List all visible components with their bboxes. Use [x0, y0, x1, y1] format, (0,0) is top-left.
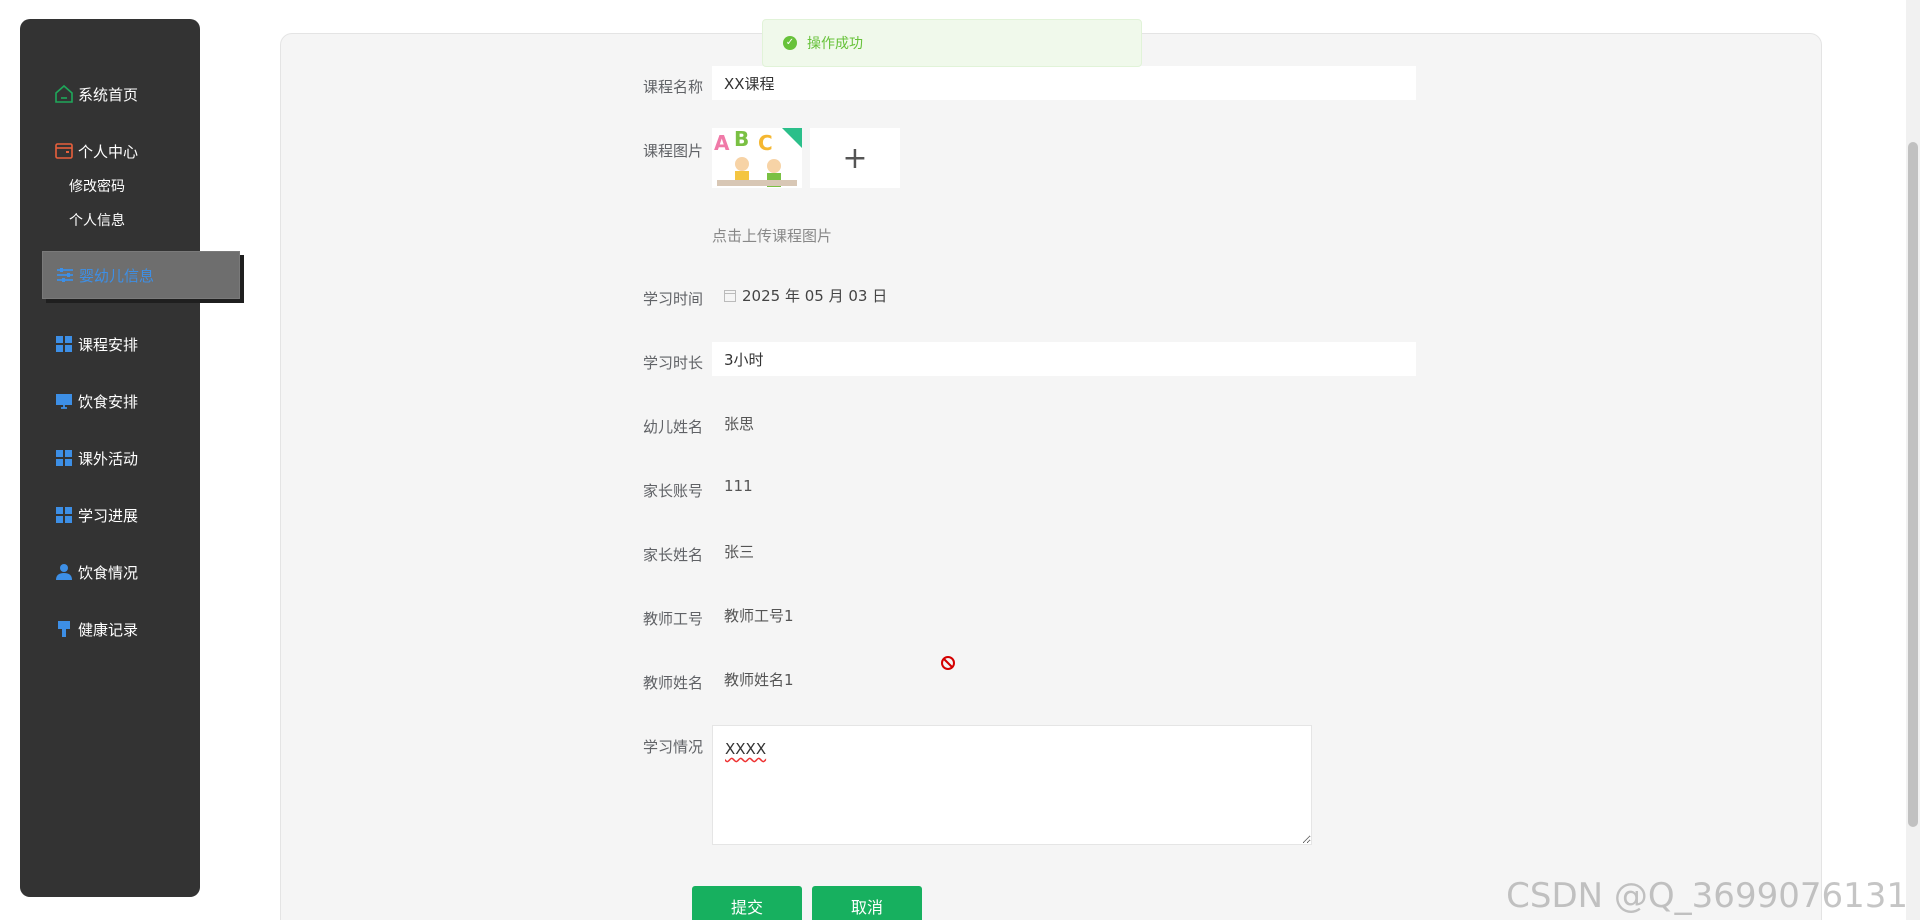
sidebar-item-profile-center[interactable]: 个人中心 [54, 139, 138, 163]
sidebar-item-extracurricular[interactable]: 课外活动 [54, 446, 138, 470]
sidebar-subitem-change-password[interactable]: 修改密码 [69, 176, 125, 196]
watermark: CSDN @Q_3699076131 [1506, 876, 1908, 916]
parent-account-value: 111 [724, 477, 753, 495]
upload-tip: 点击上传课程图片 [712, 227, 833, 245]
sidebar-item-label: 课外活动 [78, 449, 139, 468]
course-name-input[interactable] [712, 66, 1416, 100]
submit-button[interactable]: 提交 [692, 886, 802, 920]
grid-icon [54, 448, 74, 468]
sidebar-subitem-personal-info[interactable]: 个人信息 [69, 210, 125, 230]
child-name-value: 张思 [724, 415, 755, 433]
teacher-name-value: 教师姓名1 [724, 671, 794, 689]
study-status-textarea[interactable]: XXXX [712, 725, 1312, 845]
sidebar-item-course-schedule[interactable]: 课程安排 [54, 332, 138, 356]
sidebar-item-diet-schedule[interactable]: 饮食安排 [54, 389, 138, 413]
sidebar-item-label: 婴幼儿信息 [79, 266, 155, 285]
cancel-button[interactable]: 取消 [812, 886, 922, 920]
grid-icon [54, 334, 74, 354]
child-name-label: 幼儿姓名 [642, 418, 703, 436]
parent-name-label: 家长姓名 [642, 546, 703, 564]
teacher-id-value: 教师工号1 [724, 607, 794, 625]
parent-name-value: 张三 [724, 543, 755, 561]
not-allowed-icon [940, 655, 956, 671]
teacher-id-label: 教师工号 [642, 610, 703, 628]
study-time-label: 学习时间 [642, 290, 703, 308]
sidebar: 系统首页 个人中心 修改密码 个人信息 婴幼儿信息 课程安排 饮食安排 课外活动 [20, 19, 240, 897]
home-icon [54, 84, 74, 104]
monitor-icon [54, 391, 74, 411]
check-circle-icon: ✓ [783, 36, 797, 50]
course-image-label: 课程图片 [642, 142, 703, 160]
parent-account-label: 家长账号 [642, 482, 703, 500]
study-duration-input[interactable] [712, 342, 1416, 376]
grid-icon [54, 505, 74, 525]
sidebar-item-label: 个人中心 [78, 142, 139, 161]
svg-text:B: B [734, 128, 749, 151]
calendar-icon [724, 289, 736, 302]
sidebar-item-home[interactable]: 系统首页 [54, 82, 138, 106]
course-image-thumbnail[interactable]: A B C [712, 128, 802, 188]
sidebar-item-learning-progress[interactable]: 学习进展 [54, 503, 138, 527]
sidebar-item-label: 系统首页 [78, 85, 139, 104]
upload-image-button[interactable]: + [810, 128, 900, 188]
teacher-name-label: 教师姓名 [642, 674, 703, 692]
sidebar-item-health-records[interactable]: 健康记录 [54, 617, 138, 641]
svg-text:A: A [714, 131, 730, 155]
scrollbar-thumb[interactable] [1908, 142, 1918, 827]
sliders-icon [55, 265, 75, 285]
toast-message: 操作成功 [807, 36, 863, 52]
study-duration-label: 学习时长 [642, 354, 703, 372]
study-status-label: 学习情况 [642, 738, 703, 756]
sidebar-item-infant-info[interactable]: 婴幼儿信息 [42, 251, 240, 299]
success-toast: ✓ 操作成功 [762, 19, 1142, 67]
study-time-datepicker[interactable]: 2025 年 05 月 03 日 [724, 285, 887, 306]
sidebar-item-label: 饮食情况 [78, 563, 139, 582]
course-name-label: 课程名称 [642, 78, 703, 96]
sidebar-item-label: 学习进展 [78, 506, 139, 525]
scrollbar-track[interactable] [1906, 0, 1920, 920]
sidebar-item-diet-status[interactable]: 饮食情况 [54, 560, 138, 584]
brush-icon [54, 619, 74, 639]
wallet-icon [54, 141, 74, 161]
sidebar-item-label: 饮食安排 [78, 392, 139, 411]
svg-text:C: C [758, 131, 773, 155]
sidebar-item-label: 课程安排 [78, 335, 139, 354]
user-icon [54, 562, 74, 582]
study-time-value: 2025 年 05 月 03 日 [742, 287, 888, 305]
sidebar-item-label: 健康记录 [78, 620, 139, 639]
